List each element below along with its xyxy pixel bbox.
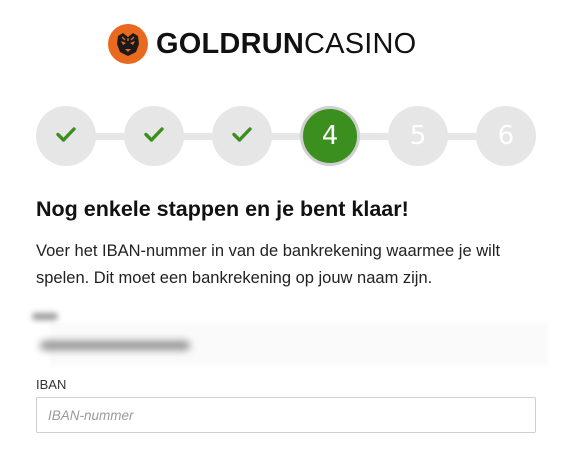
progress-stepper: 4 5 6 — [36, 106, 536, 166]
step-6: 6 — [476, 106, 536, 166]
page-title: Nog enkele stappen en je bent klaar! — [36, 197, 409, 221]
check-icon — [54, 122, 78, 151]
step-2 — [124, 106, 184, 166]
brand-lockup: GOLDRUNCASINO — [108, 24, 416, 64]
brand-name: GOLDRUNCASINO — [156, 24, 416, 64]
step-number: 6 — [497, 121, 515, 151]
step-3 — [212, 106, 272, 166]
step-number: 4 — [321, 121, 339, 151]
check-icon — [142, 122, 166, 151]
step-4-active: 4 — [300, 106, 360, 166]
tiger-icon — [108, 24, 148, 64]
page-description: Voer het IBAN-nummer in van de bankreken… — [36, 242, 501, 287]
redacted-content — [30, 305, 548, 367]
step-number: 5 — [409, 121, 427, 151]
step-1 — [36, 106, 96, 166]
step-5: 5 — [388, 106, 448, 166]
check-icon — [230, 122, 254, 151]
iban-input[interactable] — [36, 397, 536, 433]
iban-label: IBAN — [36, 377, 67, 392]
brand-name-bold: GOLDRUN — [156, 28, 305, 60]
redacted-label — [32, 313, 58, 320]
logo: GOLDRUNCASINO — [0, 24, 576, 64]
brand-name-light: CASINO — [304, 28, 417, 60]
redacted-value — [40, 341, 190, 350]
